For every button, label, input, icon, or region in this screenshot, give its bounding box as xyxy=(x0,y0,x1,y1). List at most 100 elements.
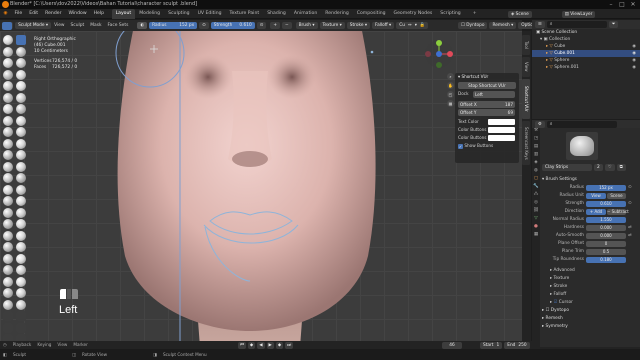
outliner-row-sphere-001[interactable]: ▸ ▽ Sphere.001 ◉ xyxy=(532,64,640,71)
sculpt-brush-tool-icon[interactable] xyxy=(16,58,26,68)
workspace-tab-scripting[interactable]: Scripting xyxy=(436,9,464,19)
sculpt-brush-tool-icon[interactable] xyxy=(16,219,26,229)
sculpt-brush-tool-icon[interactable] xyxy=(3,322,13,333)
symmetry-lock-button[interactable]: 🔒 xyxy=(416,22,428,29)
npanel-title[interactable]: ▾ Shortcut VUr xyxy=(455,73,519,81)
3d-viewport[interactable]: ⌕ ✋ ◰ ▦ Right Orthographic (46) Cube.001… xyxy=(0,31,522,347)
offset-x-field[interactable]: Offset X 187 xyxy=(458,100,515,108)
falloff-section[interactable]: ▸ Falloff xyxy=(542,291,638,299)
tool-tab-icon[interactable]: ⚒ xyxy=(532,128,540,136)
dyntopo-section-checkbox[interactable]: ☐ xyxy=(546,308,550,313)
advanced-section[interactable]: ▸ Advanced xyxy=(542,267,638,275)
side-tab-screencast-keys[interactable]: Screencast Keys xyxy=(522,121,530,165)
stop-shortcut-vur-button[interactable]: Stop Shortcut VUr xyxy=(458,82,516,89)
visibility-eye-icon[interactable]: ◉ xyxy=(632,64,636,71)
sculpt-brush-tool-icon[interactable] xyxy=(16,230,26,241)
sculpt-brush-tool-icon[interactable] xyxy=(3,81,13,91)
zoom-icon[interactable]: ⌕ xyxy=(447,73,454,80)
brush-select-icon[interactable] xyxy=(2,22,12,30)
sculpt-brush-tool-icon[interactable] xyxy=(3,69,13,80)
sculpt-brush-tool-icon[interactable] xyxy=(3,184,13,195)
workspace-tab-shading[interactable]: Shading xyxy=(263,9,290,19)
brush-name-field[interactable]: Clay Strips xyxy=(542,164,592,171)
outliner-row-sphere[interactable]: ▸ ▽ Sphere ◉ xyxy=(532,57,640,64)
sculpt-brush-tool-icon[interactable] xyxy=(3,265,13,275)
sculpt-brush-tool-icon[interactable] xyxy=(3,46,13,57)
side-tab-shortcut-vur[interactable]: Shortcut VUr xyxy=(522,79,530,119)
workspace-tab-compositing[interactable]: Compositing xyxy=(353,9,390,19)
texture-tab-icon[interactable]: ▦ xyxy=(532,232,540,240)
sculpt-brush-tool-icon[interactable] xyxy=(3,196,13,206)
autosmooth-field[interactable]: 0.000 xyxy=(586,233,626,239)
timeline-view-menu[interactable]: View xyxy=(54,341,70,349)
normal-radius-field[interactable]: 1.550 xyxy=(586,217,626,223)
object-tab-icon[interactable]: ▢ xyxy=(532,176,540,184)
cursor-section[interactable]: ▸ ☑ Cursor xyxy=(542,299,638,307)
header-strength-field[interactable]: Strength 0.610 xyxy=(210,22,255,29)
sculpt-brush-tool-icon[interactable] xyxy=(16,46,26,57)
fake-user-icon[interactable]: ♡ xyxy=(604,164,615,171)
workspace-tab-sculpting[interactable]: Sculpting xyxy=(164,9,193,19)
view-layer-tab-icon[interactable]: ▥ xyxy=(532,152,540,160)
play-icon[interactable]: ▶ xyxy=(266,342,274,349)
sculpt-brush-tool-icon[interactable] xyxy=(16,127,26,137)
sculpt-brush-tool-icon[interactable] xyxy=(3,230,13,241)
header-radius-field[interactable]: Radius 152 px xyxy=(149,22,198,29)
strength-field[interactable]: 0.610 xyxy=(586,201,626,207)
close-button[interactable]: ✕ xyxy=(628,1,638,8)
visibility-eye-icon[interactable]: ◉ xyxy=(632,50,636,57)
view-layer-selector[interactable]: ▤ ViewLayer xyxy=(561,10,596,18)
sculpt-brush-tool-icon[interactable] xyxy=(16,35,26,45)
brush-preview-thumbnail[interactable] xyxy=(566,132,598,160)
world-tab-icon[interactable]: ◍ xyxy=(532,168,540,176)
pressure-radius-icon[interactable]: ⊙ xyxy=(199,22,209,29)
current-frame-field[interactable]: 46 xyxy=(442,342,462,349)
properties-search-input[interactable]: ⌕ xyxy=(546,120,617,128)
physics-tab-icon[interactable]: ◎ xyxy=(532,200,540,208)
side-tab-view[interactable]: View xyxy=(522,57,530,77)
menu-face-sets[interactable]: Face Sets xyxy=(105,23,132,28)
menu-view[interactable]: View xyxy=(51,23,67,28)
end-frame-field[interactable]: End 250 xyxy=(504,342,530,349)
plane-trim-field[interactable]: 0.5 xyxy=(586,249,626,255)
sculpt-brush-tool-icon[interactable] xyxy=(3,219,13,229)
direction-subtract-icon[interactable]: − xyxy=(281,22,292,29)
dyntopo-checkbox[interactable]: ☐ Dyntopo xyxy=(458,22,488,29)
sculpt-brush-tool-icon[interactable] xyxy=(3,299,13,310)
brush-icon-button[interactable]: ◐ xyxy=(137,22,148,29)
sculpt-brush-tool-icon[interactable] xyxy=(16,253,26,264)
workspace-tab-texture-paint[interactable]: Texture Paint xyxy=(226,9,264,19)
constraints-tab-icon[interactable]: ⛓ xyxy=(532,208,540,216)
direction-add-icon[interactable]: + xyxy=(270,22,280,29)
sculpt-brush-tool-icon[interactable] xyxy=(16,104,26,114)
sculpt-brush-tool-icon[interactable] xyxy=(16,173,26,183)
side-tab-tool[interactable]: Tool xyxy=(522,35,530,55)
maximize-button[interactable]: □ xyxy=(617,1,627,8)
brush-users-count[interactable]: 2 xyxy=(594,164,603,171)
header-stroke-menu[interactable]: Stroke ▾ xyxy=(346,22,370,29)
sculpt-brush-tool-icon[interactable] xyxy=(16,276,26,287)
navigation-gizmo[interactable] xyxy=(424,39,454,69)
texture-section[interactable]: ▸ Texture xyxy=(542,275,638,283)
add-workspace-button[interactable]: + xyxy=(469,9,481,19)
jump-end-icon[interactable]: ⏭ xyxy=(285,342,293,349)
outliner-filter-icon[interactable]: ⏷ xyxy=(608,21,619,28)
sculpt-brush-tool-icon[interactable] xyxy=(16,150,26,160)
minimize-button[interactable]: – xyxy=(606,1,616,8)
sculpt-brush-tool-icon[interactable] xyxy=(16,288,26,298)
perspective-toggle-icon[interactable]: ▦ xyxy=(447,100,454,107)
sculpt-brush-tool-icon[interactable] xyxy=(16,184,26,195)
sculpt-brush-tool-icon[interactable] xyxy=(16,299,26,310)
radius-field[interactable]: 152 px xyxy=(586,185,626,191)
cursor-checkbox[interactable]: ☑ xyxy=(554,300,558,305)
color-buttons-swatch[interactable] xyxy=(488,127,515,133)
sculpt-brush-tool-icon[interactable] xyxy=(3,161,13,172)
symmetry-x-button[interactable]: ↔ xyxy=(405,22,415,29)
pan-hand-icon[interactable]: ✋ xyxy=(447,82,454,89)
play-reverse-icon[interactable]: ◀ xyxy=(257,342,265,349)
scene-selector[interactable]: ◈ Scene xyxy=(508,10,532,18)
workspace-tab-modeling[interactable]: Modeling xyxy=(135,9,164,19)
particles-tab-icon[interactable]: ⁂ xyxy=(532,192,540,200)
sculpt-brush-tool-icon[interactable] xyxy=(3,207,13,218)
jump-key-back-icon[interactable]: ◆ xyxy=(247,342,256,349)
